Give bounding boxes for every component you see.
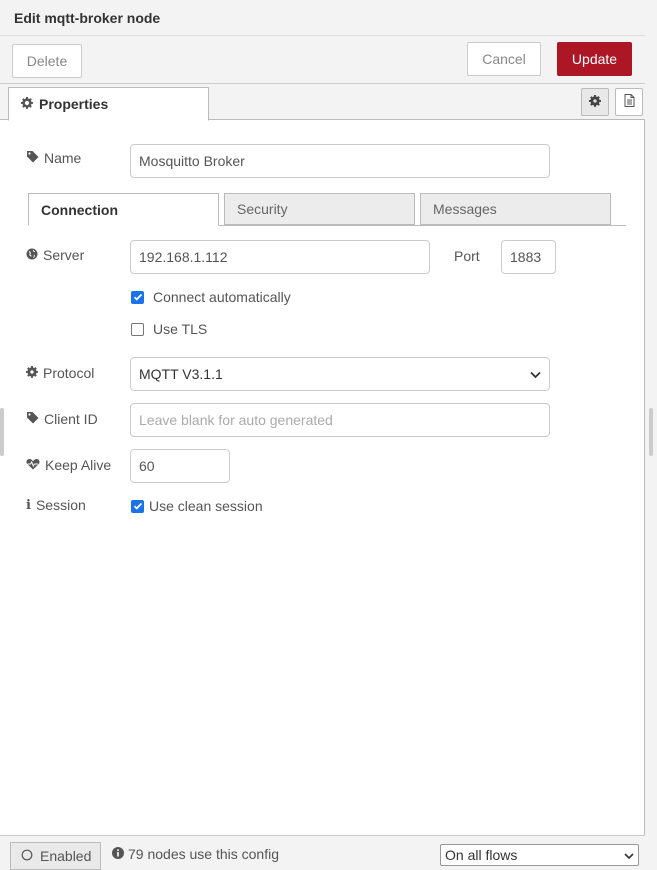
name-row: Name bbox=[26, 150, 81, 166]
edit-tray: Edit mqtt-broker node Delete Cancel Upda… bbox=[0, 0, 645, 870]
tray-tabbar: Properties bbox=[0, 84, 645, 121]
protocol-value: MQTT V3.1.1 bbox=[139, 366, 223, 382]
document-icon bbox=[624, 94, 635, 110]
connect-automatically-checkbox[interactable] bbox=[131, 290, 144, 304]
tab-properties[interactable]: Properties bbox=[8, 87, 209, 121]
usage-text: 79 nodes use this config bbox=[128, 846, 279, 862]
client-id-label: Client ID bbox=[44, 411, 98, 427]
tag-icon bbox=[26, 411, 39, 427]
tray-toolbar: Delete Cancel Update bbox=[0, 36, 645, 84]
enabled-toggle-button[interactable]: Enabled bbox=[10, 842, 101, 870]
server-input[interactable]: 192.168.1.112 bbox=[130, 240, 430, 274]
name-label: Name bbox=[44, 150, 82, 166]
description-tab-button[interactable] bbox=[615, 88, 643, 116]
keep-alive-input[interactable]: 60 bbox=[130, 449, 230, 483]
use-tls-row: Use TLS bbox=[131, 321, 207, 337]
client-id-row: Client ID bbox=[26, 411, 98, 427]
info-circle-icon bbox=[112, 846, 124, 862]
session-row: i Session bbox=[26, 497, 86, 513]
chevron-down-icon bbox=[530, 366, 541, 382]
circle-icon bbox=[21, 848, 33, 864]
update-button[interactable]: Update bbox=[557, 42, 632, 76]
cancel-button[interactable]: Cancel bbox=[467, 42, 541, 76]
protocol-label: Protocol bbox=[43, 365, 95, 381]
clean-session-label: Use clean session bbox=[149, 498, 263, 514]
flow-scope-select[interactable]: On all flows bbox=[440, 844, 639, 866]
left-resize-handle[interactable] bbox=[0, 408, 4, 456]
usage-info: 79 nodes use this config bbox=[112, 846, 279, 862]
use-tls-checkbox[interactable] bbox=[131, 322, 144, 336]
clean-session-row: Use clean session bbox=[131, 498, 263, 514]
tag-icon bbox=[26, 150, 39, 166]
settings-tab-button[interactable] bbox=[581, 88, 609, 116]
use-tls-label: Use TLS bbox=[153, 321, 208, 337]
info-icon: i bbox=[26, 497, 31, 513]
gear-icon bbox=[589, 94, 601, 110]
config-subtabs: Connection Security Messages bbox=[28, 192, 626, 226]
tab-messages[interactable]: Messages bbox=[420, 193, 611, 225]
tray-title: Edit mqtt-broker node bbox=[14, 10, 161, 26]
tab-connection[interactable]: Connection bbox=[28, 193, 219, 226]
tab-properties-label: Properties bbox=[39, 96, 109, 112]
delete-button[interactable]: Delete bbox=[12, 44, 82, 78]
tray-header: Edit mqtt-broker node bbox=[0, 0, 645, 36]
port-input[interactable]: 1883 bbox=[501, 240, 556, 274]
flow-scope-value: On all flows bbox=[445, 847, 518, 863]
chevron-down-icon bbox=[624, 847, 634, 863]
port-label: Port bbox=[454, 248, 480, 264]
keep-alive-row: Keep Alive bbox=[26, 457, 111, 473]
tray-footer: Enabled 79 nodes use this config On all … bbox=[0, 835, 645, 870]
gear-icon bbox=[26, 365, 38, 381]
resize-handle[interactable] bbox=[649, 408, 653, 456]
client-id-input[interactable]: Leave blank for auto generated bbox=[130, 403, 550, 437]
enabled-label: Enabled bbox=[40, 848, 92, 864]
keep-alive-label: Keep Alive bbox=[45, 457, 112, 473]
globe-icon bbox=[26, 247, 38, 263]
heartbeat-icon bbox=[26, 457, 40, 473]
session-label: Session bbox=[35, 497, 86, 513]
gear-icon bbox=[21, 96, 33, 112]
server-row: Server bbox=[26, 247, 84, 263]
connect-automatically-row: Connect automatically bbox=[131, 289, 291, 305]
protocol-row: Protocol bbox=[26, 365, 94, 381]
connect-automatically-label: Connect automatically bbox=[153, 289, 291, 305]
client-id-placeholder: Leave blank for auto generated bbox=[139, 412, 333, 428]
clean-session-checkbox[interactable] bbox=[131, 499, 144, 513]
server-label: Server bbox=[43, 247, 85, 263]
protocol-select[interactable]: MQTT V3.1.1 bbox=[130, 357, 550, 391]
tab-security[interactable]: Security bbox=[224, 193, 415, 225]
name-input[interactable]: Mosquitto Broker bbox=[130, 144, 550, 178]
